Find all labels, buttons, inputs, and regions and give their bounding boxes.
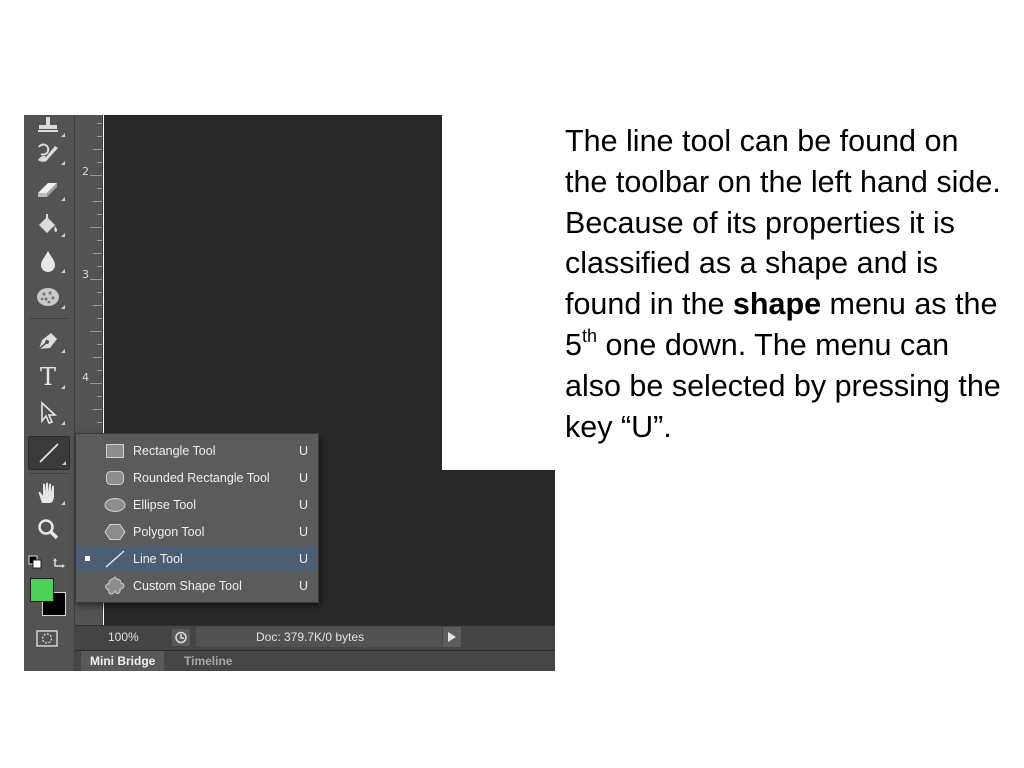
slide-text-part3: one down. The menu can also be selected … [565,327,1001,444]
menu-item-rectangle-tool[interactable]: Rectangle Tool U [76,437,318,464]
sponge-tool[interactable] [28,281,68,313]
ellipse-icon [103,495,127,515]
slide-background-notch [442,115,555,470]
line-tool-button[interactable] [28,436,70,470]
menu-item-rounded-rectangle-tool[interactable]: Rounded Rectangle Tool U [76,464,318,491]
menu-item-label: Custom Shape Tool [133,578,242,593]
type-icon: T [39,363,56,391]
paint-bucket-icon [35,213,61,237]
menu-item-ellipse-tool[interactable]: Ellipse Tool U [76,491,318,518]
type-tool[interactable]: T [28,361,68,393]
pen-icon [35,329,61,353]
line-tool-icon [37,442,61,464]
slide-body-text: The line tool can be found on the toolba… [565,121,1005,447]
path-selection-tool[interactable] [28,397,68,429]
document-size-readout: Doc: 379.7K/0 bytes [256,630,365,644]
blur-drop-icon [38,249,58,273]
history-brush-tool[interactable] [28,137,68,169]
custom-shape-icon [103,575,127,596]
menu-item-polygon-tool[interactable]: Polygon Tool U [76,518,318,545]
zoom-icon [36,517,60,541]
zoom-tool[interactable] [28,513,68,545]
menu-item-shortcut: U [299,497,309,512]
blur-tool[interactable] [28,245,68,277]
path-selection-icon [37,401,59,425]
quick-mask-icon[interactable] [34,629,60,649]
stamp-icon [36,115,60,135]
menu-item-shortcut: U [299,443,309,458]
ruler-number: 2 [82,165,89,178]
hand-tool[interactable] [28,477,68,509]
document-info-field[interactable]: Doc: 379.7K/0 bytes [196,627,442,647]
menu-item-line-tool[interactable]: Line Tool U [76,545,318,572]
foreground-color-swatch[interactable] [30,578,54,602]
polygon-icon [103,522,127,542]
shape-tools-flyout-menu: Rectangle Tool U Rounded Rectangle Tool … [75,433,319,603]
document-canvas[interactable] [104,115,442,470]
hand-icon [35,481,61,505]
status-info-icon[interactable] [172,629,190,646]
ruler-number: 4 [82,371,89,384]
menu-item-shortcut: U [299,524,309,539]
menu-item-shortcut: U [299,551,309,566]
menu-item-label: Polygon Tool [133,524,205,539]
line-icon [103,549,127,569]
slide-text-superscript: th [581,325,597,346]
slide-text-bold: shape [732,287,822,322]
swap-colors-icon[interactable] [52,553,68,569]
status-menu-arrow-icon[interactable] [443,627,461,647]
default-colors-icon[interactable] [28,555,42,569]
pen-tool[interactable] [28,325,68,357]
tools-panel: T [24,115,75,671]
menu-item-label: Rectangle Tool [133,443,216,458]
menu-item-shortcut: U [299,578,309,593]
rectangle-icon [103,441,127,461]
paint-bucket-tool[interactable] [28,209,68,241]
menu-item-custom-shape-tool[interactable]: Custom Shape Tool U [76,572,318,599]
selected-indicator [85,556,90,561]
menu-item-label: Line Tool [133,551,183,566]
photoshop-screenshot: T 2 3 4 Rectangle Tool U Rounded Rectang… [24,115,555,671]
menu-item-label: Rounded Rectangle Tool [133,470,270,485]
eraser-tool[interactable] [28,173,68,205]
tab-timeline[interactable]: Timeline [175,651,241,671]
tab-mini-bridge[interactable]: Mini Bridge [81,651,165,671]
rounded-rectangle-icon [103,468,127,488]
ruler-number: 3 [82,268,89,281]
menu-item-label: Ellipse Tool [133,497,197,512]
eraser-icon [35,179,61,199]
menu-item-shortcut: U [299,470,309,485]
history-brush-icon [35,142,61,164]
status-bar: 100% Doc: 379.7K/0 bytes [75,625,555,650]
panel-tab-bar: Mini Bridge Timeline [75,650,555,671]
zoom-level[interactable]: 100% [108,630,139,644]
sponge-icon [35,286,61,308]
